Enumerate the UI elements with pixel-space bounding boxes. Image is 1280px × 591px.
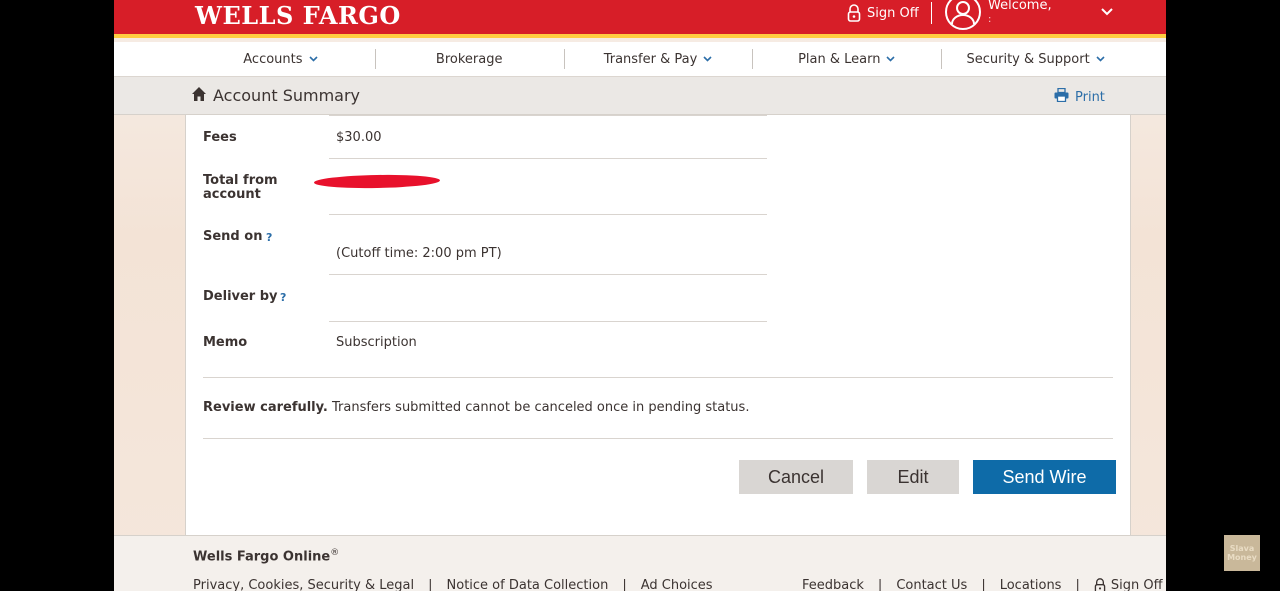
main-nav: Accounts Brokerage Transfer & Pay Plan &… [186, 42, 1130, 77]
cutoff-time: (Cutoff time: 2:00 pm PT) [336, 246, 502, 261]
divider [329, 274, 767, 275]
sign-off-button[interactable]: Sign Off [847, 3, 919, 23]
nav-accounts[interactable]: Accounts [186, 42, 375, 77]
divider [203, 438, 1113, 439]
divider [329, 115, 767, 116]
home-icon[interactable] [191, 86, 207, 102]
footer-separator: | [877, 578, 883, 591]
edit-button[interactable]: Edit [867, 460, 959, 494]
footer-link-locations[interactable]: Locations [1000, 578, 1062, 591]
page-title[interactable]: Account Summary [213, 86, 360, 105]
footer-left-links: Privacy, Cookies, Security & Legal | Not… [193, 578, 713, 591]
watermark-logo: Slava Money [1224, 535, 1260, 571]
chevron-down-icon [886, 55, 896, 65]
divider [329, 158, 767, 159]
sign-off-label: Sign Off [867, 5, 919, 21]
deliver-by-label: Deliver by [203, 289, 278, 304]
footer-title-text: Wells Fargo Online [193, 549, 331, 565]
footer-separator: | [622, 578, 627, 591]
send-on-label: Send on [203, 229, 263, 244]
footer-link-sign-off[interactable]: Sign Off [1111, 578, 1163, 591]
footer-separator: | [981, 578, 986, 591]
memo-value: Subscription [336, 335, 417, 350]
help-icon[interactable]: ? [280, 291, 286, 304]
chevron-down-icon [703, 55, 712, 65]
lock-icon [1094, 578, 1106, 591]
review-notice-bold: Review carefully. [203, 400, 328, 415]
divider [329, 214, 767, 215]
chevron-down-icon[interactable] [1101, 6, 1113, 19]
sub-header: Account Summary Print [114, 77, 1166, 115]
registered-mark: ® [330, 548, 340, 558]
chevron-down-icon [1096, 55, 1105, 65]
lock-icon [847, 4, 861, 22]
wells-fargo-logo[interactable]: WELLS FARGO [195, 1, 401, 30]
footer: Wells Fargo Online® Privacy, Cookies, Se… [114, 535, 1166, 591]
footer-title: Wells Fargo Online® [193, 548, 339, 564]
divider [203, 377, 1113, 378]
user-avatar-icon[interactable] [945, 0, 981, 30]
footer-right-links: Feedback | Contact Us | Locations | Sign… [802, 578, 1163, 591]
footer-link-data-collection[interactable]: Notice of Data Collection [447, 578, 609, 591]
cancel-button[interactable]: Cancel [739, 460, 853, 494]
nav-brokerage[interactable]: Brokerage [374, 42, 564, 77]
fees-value: $30.00 [336, 130, 382, 145]
footer-link-feedback[interactable]: Feedback [802, 578, 864, 591]
nav-brokerage-label: Brokerage [435, 52, 503, 67]
chevron-down-icon [308, 55, 318, 65]
redacted-amount [313, 173, 441, 190]
nav-security-support[interactable]: Security & Support [941, 42, 1130, 77]
nav-security-support-label: Security & Support [966, 52, 1090, 67]
fees-label: Fees [203, 130, 237, 145]
help-icon[interactable]: ? [266, 231, 272, 244]
footer-link-privacy[interactable]: Privacy, Cookies, Security & Legal [193, 578, 414, 591]
nav-plan-learn[interactable]: Plan & Learn [752, 42, 941, 77]
footer-separator: | [1075, 578, 1080, 591]
total-label-line1: Total from [203, 173, 278, 188]
print-button[interactable]: Print [1054, 87, 1105, 106]
header-divider [931, 2, 932, 24]
nav-transfer-pay[interactable]: Transfer & Pay [563, 42, 753, 77]
printer-icon [1054, 87, 1069, 106]
review-notice: Review carefully. Transfers submitted ca… [203, 400, 749, 415]
nav-transfer-pay-label: Transfer & Pay [603, 52, 698, 67]
footer-separator: | [428, 578, 433, 591]
send-wire-button[interactable]: Send Wire [973, 460, 1116, 494]
total-label-line2: account [203, 187, 261, 202]
page: WELLS FARGO Sign Off Welcome, : Accounts… [114, 0, 1166, 591]
footer-link-contact-us[interactable]: Contact Us [896, 578, 967, 591]
memo-label: Memo [203, 335, 248, 350]
nav-accounts-label: Accounts [243, 52, 303, 67]
wire-review-card: Fees $30.00 Total from account Send on ?… [185, 115, 1131, 535]
footer-link-ad-choices[interactable]: Ad Choices [641, 578, 713, 591]
divider [329, 321, 767, 322]
welcome-text: Welcome, [988, 0, 1052, 13]
review-notice-text: Transfers submitted cannot be canceled o… [327, 400, 750, 415]
top-bar: WELLS FARGO Sign Off Welcome, : [114, 0, 1166, 38]
welcome-user: : [988, 14, 992, 25]
nav-plan-learn-label: Plan & Learn [798, 52, 881, 67]
print-label: Print [1075, 89, 1105, 105]
